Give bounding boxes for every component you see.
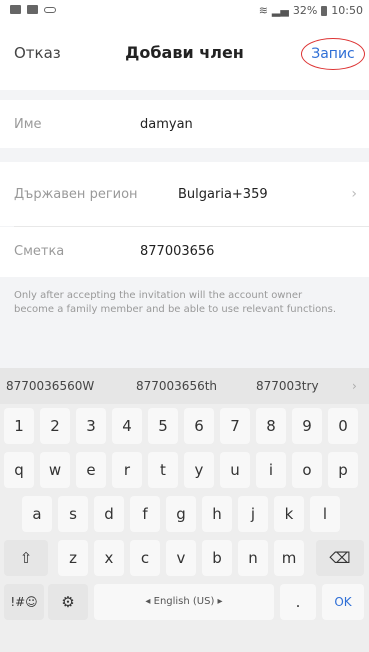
suggestion-item[interactable]: 877003656th bbox=[136, 379, 217, 393]
key[interactable]: k bbox=[274, 496, 304, 532]
shift-key-icon[interactable]: ⇧ bbox=[4, 540, 48, 576]
key[interactable]: o bbox=[292, 452, 322, 488]
space-key[interactable]: ◂ English (US) ▸ bbox=[94, 584, 274, 620]
key[interactable]: h bbox=[202, 496, 232, 532]
key[interactable]: g bbox=[166, 496, 196, 532]
section-spacer bbox=[0, 148, 369, 162]
voicemail-icon bbox=[44, 6, 56, 13]
key[interactable]: l bbox=[310, 496, 340, 532]
keyboard-row-3: ⇧ z x c v b n m ⌫ bbox=[0, 540, 369, 576]
keyboard: 87700365‎60W 877003656th 877003try › 1 2… bbox=[0, 368, 369, 652]
save-button[interactable]: Запис bbox=[301, 38, 365, 70]
name-row[interactable]: Име damyan bbox=[0, 100, 369, 148]
key[interactable]: 9 bbox=[292, 408, 322, 444]
key[interactable]: v bbox=[166, 540, 196, 576]
key[interactable]: d bbox=[94, 496, 124, 532]
keyboard-row-2: a s d f g h j k l bbox=[0, 496, 369, 532]
key[interactable]: y bbox=[184, 452, 214, 488]
region-label: Държавен регион bbox=[14, 187, 138, 202]
key[interactable]: z bbox=[58, 540, 88, 576]
region-value: Bulgaria+359 bbox=[178, 187, 268, 202]
chevron-right-icon[interactable]: › bbox=[352, 379, 357, 393]
app-header: Отказ Добави член Запис bbox=[0, 22, 369, 90]
name-label: Име bbox=[14, 117, 42, 132]
key[interactable]: r bbox=[112, 452, 142, 488]
key[interactable]: 1 bbox=[4, 408, 34, 444]
account-label: Сметка bbox=[14, 244, 65, 259]
gallery-icon bbox=[10, 5, 21, 14]
key[interactable]: e bbox=[76, 452, 106, 488]
account-input[interactable]: 877003656 bbox=[140, 244, 214, 259]
signal-icon: ▂▄ bbox=[271, 4, 289, 17]
keyboard-number-row: 1 2 3 4 5 6 7 8 9 0 bbox=[0, 408, 369, 444]
key[interactable]: t bbox=[148, 452, 178, 488]
account-row[interactable]: Сметка 877003656 bbox=[0, 227, 369, 277]
status-left-icons bbox=[10, 5, 56, 14]
clock: 10:50 bbox=[331, 4, 363, 17]
suggestion-bar: 87700365‎60W 877003656th 877003try › bbox=[0, 368, 369, 404]
key[interactable]: 8 bbox=[256, 408, 286, 444]
key[interactable]: u bbox=[220, 452, 250, 488]
keyboard-row-1: q w e r t y u i o p bbox=[0, 452, 369, 488]
key[interactable]: m bbox=[274, 540, 304, 576]
key[interactable]: b bbox=[202, 540, 232, 576]
key[interactable]: 0 bbox=[328, 408, 358, 444]
name-input[interactable]: damyan bbox=[140, 117, 193, 132]
section-spacer bbox=[0, 90, 369, 100]
key[interactable]: 2 bbox=[40, 408, 70, 444]
wifi-icon: ≋ bbox=[258, 4, 268, 17]
key[interactable]: c bbox=[130, 540, 160, 576]
key[interactable]: 3 bbox=[76, 408, 106, 444]
key[interactable]: w bbox=[40, 452, 70, 488]
key[interactable]: 4 bbox=[112, 408, 142, 444]
region-row[interactable]: Държавен регион Bulgaria+359 › bbox=[0, 162, 369, 226]
backspace-key-icon[interactable]: ⌫ bbox=[316, 540, 364, 576]
invitation-note: Only after accepting the invitation will… bbox=[14, 290, 337, 315]
key[interactable]: 7 bbox=[220, 408, 250, 444]
key[interactable]: i bbox=[256, 452, 286, 488]
key[interactable]: n bbox=[238, 540, 268, 576]
suggestion-item[interactable]: 877003try bbox=[256, 379, 319, 393]
key[interactable]: f bbox=[130, 496, 160, 532]
status-right-icons: ≋ ▂▄ 32% 10:50 bbox=[259, 4, 363, 17]
chevron-right-icon: › bbox=[351, 186, 357, 202]
key[interactable]: 5 bbox=[148, 408, 178, 444]
keyboard-bottom-row: !#☺ ⚙ ◂ English (US) ▸ . OK bbox=[0, 584, 369, 624]
key[interactable]: s bbox=[58, 496, 88, 532]
settings-gear-icon[interactable]: ⚙ bbox=[48, 584, 88, 620]
key[interactable]: 6 bbox=[184, 408, 214, 444]
symbols-key[interactable]: !#☺ bbox=[4, 584, 44, 620]
ok-key[interactable]: OK bbox=[322, 584, 364, 620]
key[interactable]: a bbox=[22, 496, 52, 532]
key[interactable]: j bbox=[238, 496, 268, 532]
key[interactable]: q bbox=[4, 452, 34, 488]
message-icon bbox=[27, 5, 38, 14]
status-bar: ≋ ▂▄ 32% 10:50 bbox=[0, 0, 369, 22]
battery-icon bbox=[321, 5, 328, 16]
battery-percent: 32% bbox=[292, 4, 318, 17]
key[interactable]: x bbox=[94, 540, 124, 576]
suggestion-item[interactable]: 87700365‎60W bbox=[6, 379, 94, 393]
key[interactable]: p bbox=[328, 452, 358, 488]
period-key[interactable]: . bbox=[280, 584, 316, 620]
